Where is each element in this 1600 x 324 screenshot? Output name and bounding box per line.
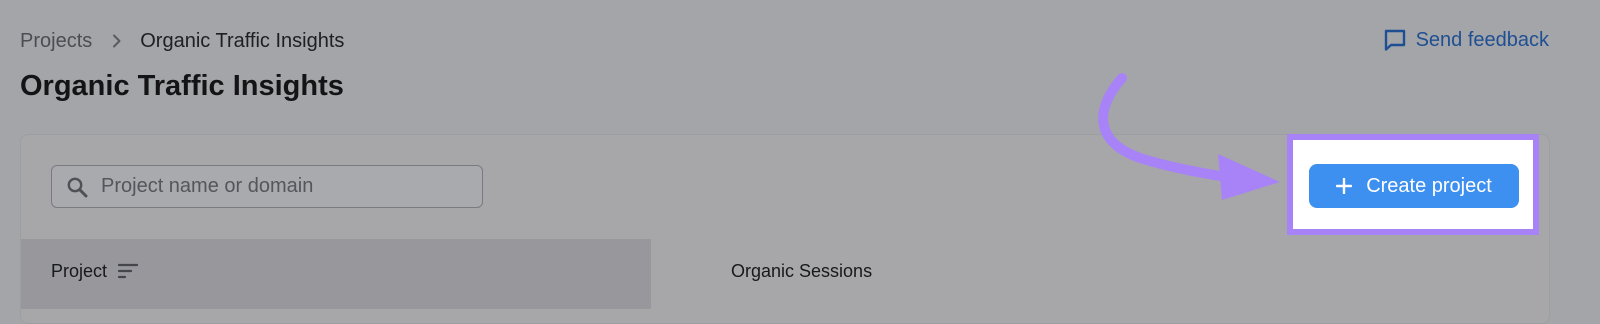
plus-icon — [1336, 178, 1353, 194]
breadcrumb-current: Organic Traffic Insights — [140, 29, 345, 52]
search-input[interactable] — [101, 166, 482, 207]
message-square-icon — [1383, 28, 1407, 52]
column-header-organic-sessions[interactable]: Organic Sessions — [651, 239, 1549, 309]
column-header-project[interactable]: Project — [21, 239, 651, 309]
chevron-right-icon — [110, 34, 124, 48]
column-header-organic-sessions-label: Organic Sessions — [731, 261, 873, 281]
page-title: Organic Traffic Insights — [20, 70, 344, 102]
create-project-label: Create project — [1366, 174, 1492, 197]
curved-arrow-icon — [1098, 73, 1280, 200]
breadcrumb-projects-link[interactable]: Projects — [20, 30, 92, 53]
table-header: Project Organic Sessions — [21, 239, 1549, 309]
send-feedback-label: Send feedback — [1415, 28, 1549, 51]
search-icon — [66, 176, 88, 198]
create-project-button[interactable]: Create project — [1309, 164, 1519, 208]
sort-icon[interactable] — [117, 260, 139, 282]
column-header-project-label: Project — [51, 261, 108, 281]
send-feedback-link[interactable]: Send feedback — [1383, 28, 1549, 52]
breadcrumb: Projects Organic Traffic Insights — [20, 28, 344, 54]
search-box[interactable] — [51, 165, 483, 208]
